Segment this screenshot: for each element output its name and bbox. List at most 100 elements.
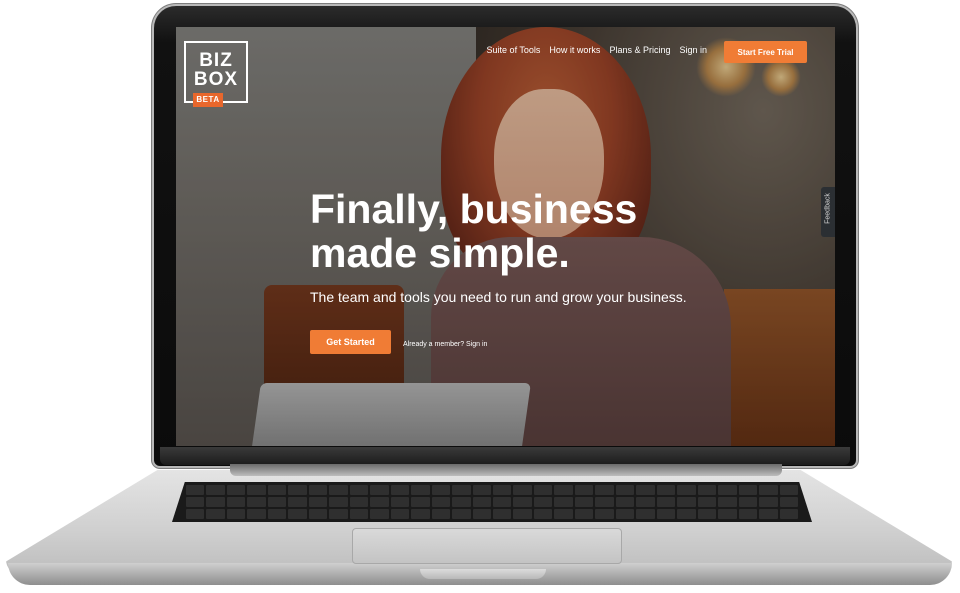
keyboard-key [738, 497, 758, 507]
keyboard-key [554, 509, 573, 519]
beta-badge: BETA [193, 93, 223, 107]
keyboard-key [595, 497, 614, 507]
keyboard-key [349, 497, 369, 507]
keyboard-key [718, 497, 737, 507]
keyboard-key [349, 509, 369, 519]
keyboard-key [472, 509, 491, 519]
keyboard-key [411, 497, 430, 507]
keyboard-key [738, 509, 758, 519]
keyboard-key [206, 497, 225, 507]
nav-how-it-works[interactable]: How it works [549, 45, 600, 55]
keyboard-key [636, 485, 655, 495]
feedback-tab[interactable]: Feedback [821, 187, 835, 237]
feedback-label: Feedback [824, 193, 832, 224]
keyboard-key [533, 485, 553, 495]
nav-plans-pricing[interactable]: Plans & Pricing [609, 45, 670, 55]
keyboard-key [431, 509, 451, 519]
keyboard-key [186, 497, 205, 507]
keyboard-key [595, 485, 614, 495]
keyboard-key [513, 497, 532, 507]
keyboard-key [411, 509, 430, 519]
keyboard-key [288, 497, 307, 507]
keyboard-key [493, 509, 512, 519]
keyboard-key [370, 497, 389, 507]
keyboard-key [288, 509, 307, 519]
keyboard-key [718, 509, 737, 519]
nav-suite-of-tools[interactable]: Suite of Tools [487, 45, 541, 55]
logo-line-1: BIZ [199, 50, 233, 71]
keyboard-key [267, 509, 287, 519]
keyboard-key [390, 509, 410, 519]
laptop-screen: BIZ BOX BETA Suite of Tools How it works… [176, 27, 835, 446]
nav-sign-in[interactable]: Sign in [679, 45, 707, 55]
keyboard-key [636, 497, 655, 507]
keyboard-key [349, 485, 369, 495]
keyboard-key [390, 497, 410, 507]
laptop-hinge [230, 464, 782, 476]
keyboard-key [308, 497, 328, 507]
keyboard-key [656, 497, 676, 507]
keyboard-key [452, 509, 471, 519]
member-sign-in-link[interactable]: Sign in [466, 341, 487, 348]
keyboard-key [390, 485, 410, 495]
keyboard-key [779, 509, 798, 519]
hero-headline: Finally, business made simple. [310, 187, 637, 275]
keyboard-key [615, 497, 635, 507]
keyboard-key [186, 485, 205, 495]
keyboard-key [697, 485, 717, 495]
keyboard-key [697, 497, 717, 507]
keyboard-key [247, 485, 266, 495]
keyboard-key [267, 497, 287, 507]
keyboard-key [615, 509, 635, 519]
keyboard-key [411, 485, 430, 495]
keyboard-key [656, 485, 676, 495]
keyboard-key [329, 497, 348, 507]
keyboard-key [472, 497, 491, 507]
keyboard-key [677, 485, 696, 495]
keyboard-key [452, 485, 471, 495]
member-sign-in-prompt: Already a member? Sign in [403, 341, 487, 348]
keyboard-key [574, 485, 594, 495]
keyboard-key [533, 497, 553, 507]
get-started-button[interactable]: Get Started [310, 330, 391, 354]
keyboard-key [595, 509, 614, 519]
logo-line-2: BOX [193, 69, 239, 90]
keyboard-key [308, 485, 328, 495]
keyboard-key [738, 485, 758, 495]
keyboard-key [759, 485, 778, 495]
keyboard-key [779, 485, 798, 495]
top-nav: Suite of Tools How it works Plans & Pric… [487, 45, 707, 55]
keyboard-key [677, 509, 696, 519]
keyboard-key [370, 509, 389, 519]
keyboard-key [697, 509, 717, 519]
keyboard-key [288, 485, 307, 495]
keyboard-key [779, 497, 798, 507]
keyboard-key [186, 509, 205, 519]
keyboard-key [370, 485, 389, 495]
keyboard-key [533, 509, 553, 519]
keyboard-key [329, 485, 348, 495]
keyboard-key [636, 509, 655, 519]
keyboard-key [472, 485, 491, 495]
keyboard-key [226, 509, 246, 519]
laptop-keyboard [172, 482, 812, 522]
laptop-notch [420, 569, 546, 579]
keyboard-key [247, 497, 266, 507]
keyboard-key [226, 497, 246, 507]
keyboard-key [759, 509, 778, 519]
keyboard-key [513, 485, 532, 495]
keyboard-key [247, 509, 266, 519]
hero-headline-line-1: Finally, business [310, 186, 638, 232]
hero-headline-line-2: made simple. [310, 230, 570, 276]
keyboard-key [329, 509, 348, 519]
keyboard-key [615, 485, 635, 495]
start-free-trial-button[interactable]: Start Free Trial [724, 41, 807, 63]
keyboard-key [431, 497, 451, 507]
keyboard-key [554, 485, 573, 495]
keyboard-key [267, 485, 287, 495]
laptop-trackpad [352, 528, 622, 564]
keyboard-key [656, 509, 676, 519]
keyboard-key [452, 497, 471, 507]
keyboard-key [206, 485, 225, 495]
keyboard-key [226, 485, 246, 495]
